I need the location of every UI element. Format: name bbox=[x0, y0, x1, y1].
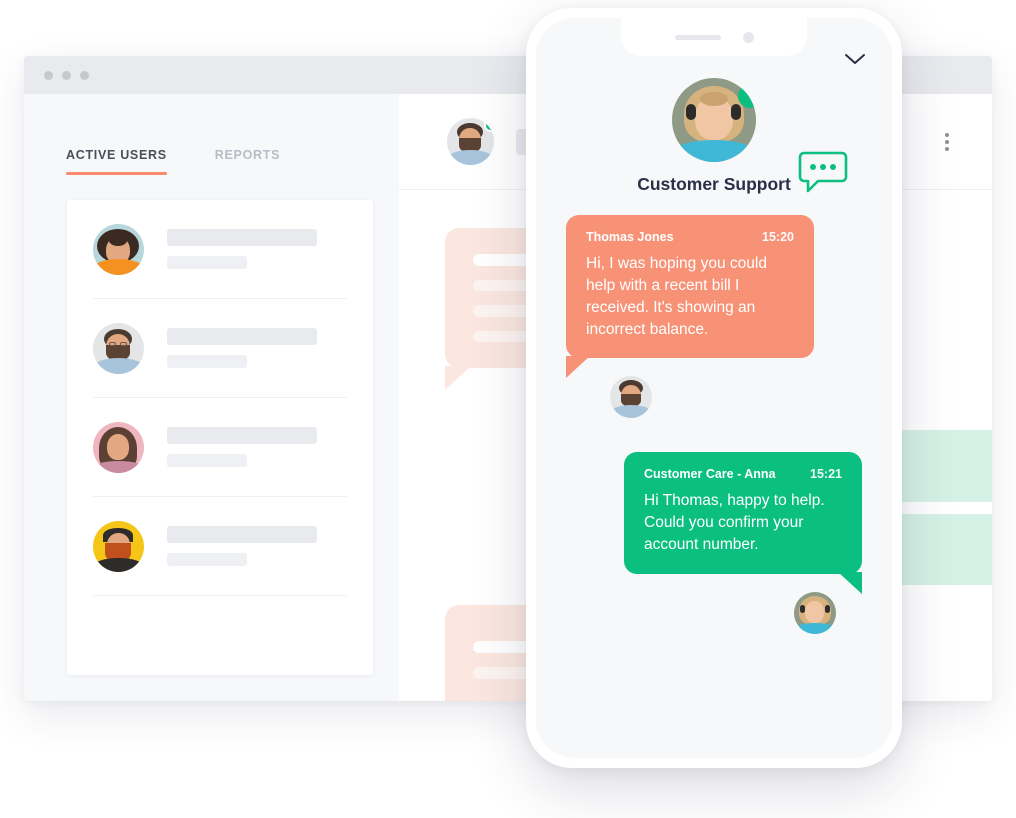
maximize-traffic-light-icon[interactable] bbox=[80, 70, 89, 80]
list-item[interactable] bbox=[93, 299, 347, 398]
screenshot-stage: ACTIVE USERS REPORTS Customer Support Th… bbox=[0, 0, 1016, 818]
message-author: Thomas Jones bbox=[586, 230, 674, 244]
message-text: Hi, I was hoping you could help with a r… bbox=[586, 255, 767, 338]
list-item[interactable] bbox=[93, 497, 347, 596]
phone-screen: Customer Support Thomas Jones 15:20 Hi, … bbox=[536, 18, 892, 758]
active-users-panel: ACTIVE USERS REPORTS bbox=[24, 94, 399, 701]
mobile-phone-mockup: Customer Support Thomas Jones 15:20 Hi, … bbox=[526, 8, 902, 768]
message-text: Hi Thomas, happy to help. Could you conf… bbox=[644, 492, 825, 554]
list-item[interactable] bbox=[93, 200, 347, 299]
support-agent-anna-avatar bbox=[794, 591, 836, 634]
kebab-menu-icon[interactable] bbox=[945, 132, 949, 151]
man-beard-glasses-avatar bbox=[610, 376, 652, 419]
chat-bubble-dots-icon[interactable] bbox=[798, 150, 848, 199]
bubble-tail bbox=[838, 571, 862, 594]
chevron-down-icon[interactable] bbox=[842, 50, 868, 68]
online-status-badge bbox=[738, 84, 756, 108]
phone-notch bbox=[621, 18, 807, 56]
message-meta: Customer Care - Anna 15:21 bbox=[644, 467, 842, 481]
man-red-beard-avatar bbox=[93, 520, 144, 572]
bubble-tail bbox=[566, 356, 590, 379]
woman-long-hair-avatar bbox=[93, 421, 144, 473]
list-item-skeleton bbox=[167, 427, 317, 467]
minimize-traffic-light-icon[interactable] bbox=[62, 70, 71, 80]
support-agent-anna-avatar bbox=[672, 78, 756, 162]
message-outgoing: Customer Care - Anna 15:21 Hi Thomas, ha… bbox=[554, 452, 874, 634]
panel-tabs: ACTIVE USERS REPORTS bbox=[24, 148, 399, 175]
tab-reports[interactable]: REPORTS bbox=[215, 148, 280, 175]
list-item-skeleton bbox=[167, 328, 317, 368]
woman-curly-hair-avatar bbox=[93, 223, 144, 275]
message-incoming: Thomas Jones 15:20 Hi, I was hoping you … bbox=[554, 215, 874, 419]
user-list-card bbox=[67, 200, 373, 675]
message-timestamp: 15:20 bbox=[762, 230, 794, 244]
message-meta: Thomas Jones 15:20 bbox=[586, 230, 794, 244]
message-bubble[interactable]: Customer Care - Anna 15:21 Hi Thomas, ha… bbox=[624, 452, 862, 594]
message-author: Customer Care - Anna bbox=[644, 467, 776, 482]
close-traffic-light-icon[interactable] bbox=[44, 70, 53, 80]
man-beard-glasses-avatar bbox=[93, 322, 144, 374]
front-camera-icon bbox=[742, 31, 754, 43]
message-list: Thomas Jones 15:20 Hi, I was hoping you … bbox=[536, 195, 892, 634]
speaker-grille-icon bbox=[674, 34, 721, 40]
online-status-badge bbox=[484, 119, 494, 132]
man-beard-glasses-avatar bbox=[447, 118, 494, 165]
message-timestamp: 15:21 bbox=[810, 467, 842, 482]
list-item-skeleton bbox=[167, 229, 317, 269]
tab-active-users[interactable]: ACTIVE USERS bbox=[66, 148, 167, 175]
list-item[interactable] bbox=[93, 398, 347, 497]
list-item-skeleton bbox=[167, 526, 317, 566]
message-bubble[interactable]: Thomas Jones 15:20 Hi, I was hoping you … bbox=[566, 215, 814, 379]
